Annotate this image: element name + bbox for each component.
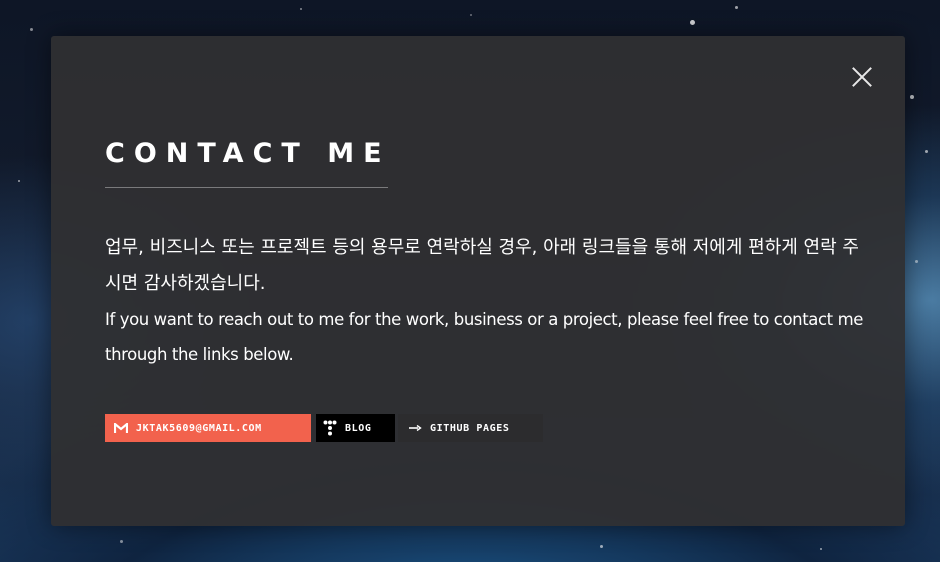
contact-modal: CONTACT ME 업무, 비즈니스 또는 프로젝트 등의 용무로 연락하실 … [51,36,905,526]
github-pages-label: GITHUB PAGES [430,422,510,434]
close-icon[interactable] [851,66,873,88]
modal-title: CONTACT ME [105,138,391,169]
title-divider [105,187,388,188]
blog-button[interactable]: BLOG [316,414,395,442]
description-english: If you want to reach out to me for the w… [105,310,863,364]
contact-description: 업무, 비즈니스 또는 프로젝트 등의 용무로 연락하실 경우, 아래 링크들을… [105,230,865,372]
blog-label: BLOG [345,422,372,434]
description-korean: 업무, 비즈니스 또는 프로젝트 등의 용무로 연락하실 경우, 아래 링크들을… [105,237,859,294]
email-button[interactable]: JKTAK5609@GMAIL.COM [105,414,311,442]
github-pages-icon [408,424,422,432]
email-label: JKTAK5609@GMAIL.COM [136,422,262,434]
github-pages-button[interactable]: GITHUB PAGES [398,414,543,442]
tistory-icon [323,420,337,436]
gmail-icon [114,422,128,434]
